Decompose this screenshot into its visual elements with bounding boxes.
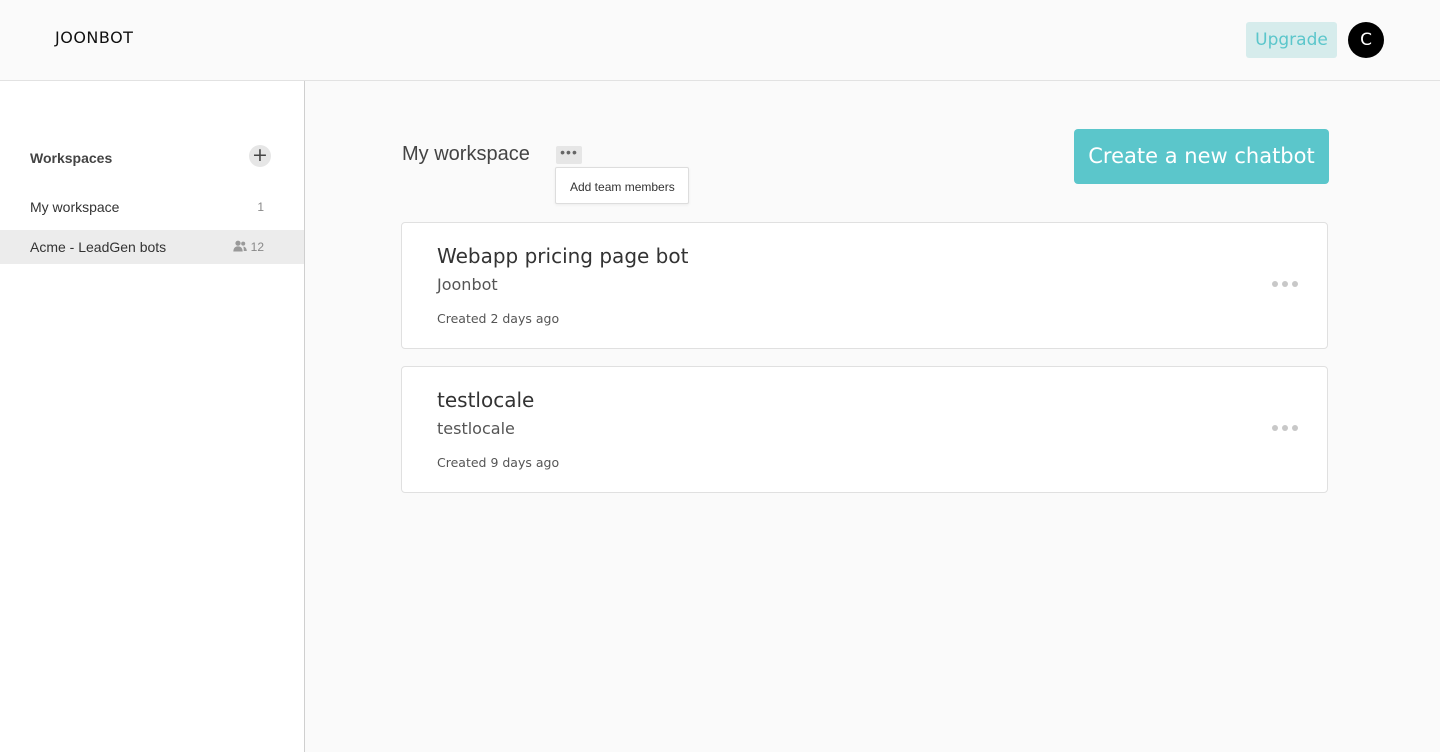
member-count: 12 (250, 240, 264, 254)
plus-icon: + (252, 144, 268, 166)
people-icon (233, 240, 247, 252)
bot-name: Webapp pricing page bot (437, 244, 689, 268)
sidebar-item-label: Acme - LeadGen bots (30, 239, 167, 255)
logo[interactable]: JOONBOT (55, 28, 133, 47)
sidebar: Workspaces + My workspace 1 Acme - LeadG… (0, 81, 305, 752)
bot-created: Created 9 days ago (437, 455, 560, 470)
bot-options-icon[interactable] (1272, 423, 1298, 433)
avatar[interactable]: C (1348, 22, 1384, 58)
bot-options-icon[interactable] (1272, 279, 1298, 289)
bot-name: testlocale (437, 388, 535, 412)
menu-item-add-team-members[interactable]: Add team members (570, 180, 675, 194)
bot-count: 1 (257, 200, 264, 214)
bot-created: Created 2 days ago (437, 311, 560, 326)
ellipsis-icon: ••• (560, 144, 578, 160)
bot-card[interactable]: testlocale testlocale Created 9 days ago (401, 366, 1328, 493)
sidebar-item-acme-leadgen-bots[interactable]: Acme - LeadGen bots 12 (0, 230, 304, 264)
bot-card[interactable]: Webapp pricing page bot Joonbot Created … (401, 222, 1328, 349)
create-chatbot-button[interactable]: Create a new chatbot (1074, 129, 1329, 184)
add-workspace-button[interactable]: + (249, 145, 271, 167)
bot-subtitle: testlocale (437, 419, 515, 438)
bot-subtitle: Joonbot (437, 275, 498, 294)
sidebar-item-my-workspace[interactable]: My workspace 1 (0, 190, 304, 224)
top-bar: JOONBOT Upgrade C (0, 0, 1440, 81)
workspaces-heading: Workspaces (30, 150, 113, 166)
workspace-dropdown: Add team members (555, 167, 689, 204)
upgrade-button[interactable]: Upgrade (1246, 22, 1337, 58)
sidebar-item-label: My workspace (30, 199, 120, 215)
workspace-menu-button[interactable]: ••• (556, 144, 582, 164)
page-title: My workspace (402, 143, 530, 165)
